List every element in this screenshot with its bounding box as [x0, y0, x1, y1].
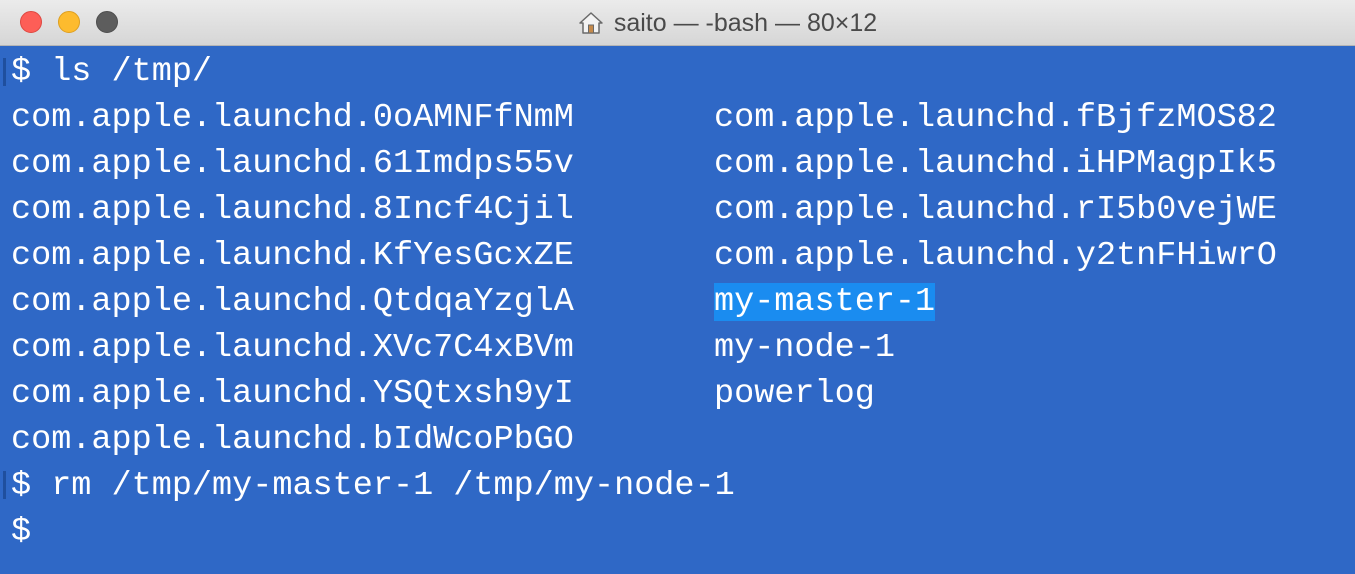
listing-item: com.apple.launchd.QtdqaYzglA — [11, 283, 574, 321]
title-bar[interactable]: saito — -bash — 80×12 — [0, 0, 1355, 46]
listing-item: com.apple.launchd.KfYesGcxZE — [11, 237, 574, 275]
window-title-container: saito — -bash — 80×12 — [0, 0, 1355, 46]
selected-text[interactable]: my-master-1 — [714, 283, 936, 321]
listing-item: com.apple.launchd.XVc7C4xBVm — [11, 329, 574, 367]
listing-item: powerlog — [714, 375, 875, 413]
mark-bar — [3, 471, 6, 499]
listing-item: com.apple.launchd.iHPMagpIk5 — [714, 145, 1277, 183]
command-line-rm: $ rm /tmp/my-master-1 /tmp/my-node-1 — [11, 467, 735, 505]
command-line-ls: $ ls /tmp/ — [11, 53, 213, 91]
listing-item: com.apple.launchd.YSQtxsh9yI — [11, 375, 574, 413]
listing-item: com.apple.launchd.fBjfzMOS82 — [714, 99, 1277, 137]
command-prompt[interactable]: $ — [11, 509, 31, 555]
listing-item: com.apple.launchd.y2tnFHiwrO — [714, 237, 1277, 275]
home-icon — [579, 12, 603, 34]
listing-item: com.apple.launchd.61Imdps55v — [11, 145, 574, 183]
listing-item: com.apple.launchd.bIdWcoPbGO — [11, 421, 574, 459]
terminal-content[interactable]: $ ls /tmp/ com.apple.launchd.0oAMNFfNmM … — [0, 47, 1355, 574]
listing-item-selected[interactable]: my-master-1 — [714, 279, 936, 325]
listing-item: com.apple.launchd.rI5b0vejWE — [714, 191, 1277, 229]
listing-item: com.apple.launchd.0oAMNFfNmM — [11, 99, 574, 137]
mark-bar — [3, 58, 6, 86]
listing-item: com.apple.launchd.8Incf4Cjil — [11, 191, 574, 229]
terminal-window: saito — -bash — 80×12 $ ls /tmp/ com.app… — [0, 0, 1355, 574]
listing-item: my-node-1 — [714, 329, 895, 367]
window-title: saito — -bash — 80×12 — [613, 8, 878, 37]
